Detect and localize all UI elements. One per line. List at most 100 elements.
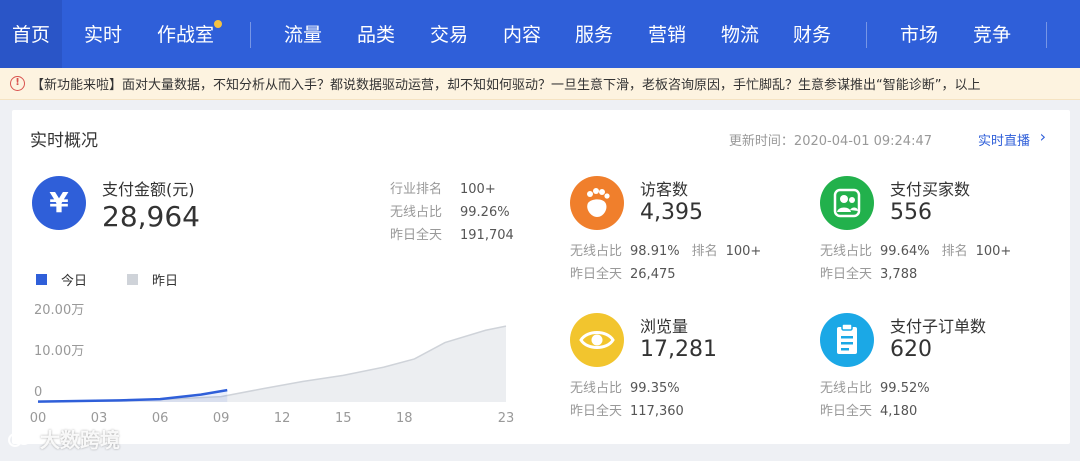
row-label: 昨日全天 [570,267,623,282]
rank-label: 排名 [941,244,968,259]
footprint-icon [570,176,624,230]
payment-amount-value: 28,964 [102,200,200,233]
new-dot-icon [214,20,223,28]
legend-swatch [127,274,139,285]
rank-label: 排名 [691,244,718,259]
stat-label: 无线占比 [390,205,443,220]
metric-label: 访客数 [640,180,689,199]
y-tick-label: 0 [34,385,42,400]
metric-value: 556 [890,200,932,225]
card-title: 实时概况 [30,131,98,151]
eye-icon [570,313,624,367]
payment-side-stats: 行业排名 100+ 无线占比 99.26% 昨日全天 191,704 [390,178,514,247]
metric-label: 支付子订单数 [890,317,987,336]
nav-item-competition[interactable]: 竞争 [973,0,1011,68]
row-label: 昨日全天 [820,404,873,419]
nav-item-label: 作战室 [157,24,215,46]
payment-trend-chart: 20.00万10.00万000 03 06 09 12 15 18 23 [30,303,515,426]
row-value: 4,180 [880,404,918,419]
row-value: 3,788 [880,267,918,282]
metric-label: 支付买家数 [890,180,971,199]
notice-bar[interactable]: ! 【新功能来啦】面对大量数据，不知分析从而入手？都说数据驱动运营，却不知如何驱… [0,68,1080,100]
stat-value: 191,704 [460,228,514,243]
nav-item-marketing[interactable]: 营销 [648,0,686,68]
row-value: 98.91% [630,244,680,259]
row-label: 无线占比 [820,244,873,259]
stat-row: 无线占比 99.26% [390,201,514,224]
nav-item-realtime[interactable]: 实时 [84,0,122,68]
stat-value: 99.26% [460,205,510,220]
series-yesterday-area [38,326,506,402]
x-tick-label: 23 [498,411,515,426]
metric-label: 浏览量 [640,317,689,336]
stat-row: 昨日全天 191,704 [390,224,514,247]
metric-row: 昨日全天 3,788 [820,263,917,282]
nav-divider [250,22,251,48]
users-icon [820,176,874,230]
metric-row: 无线占比 99.64% 排名 100+ [820,240,1011,259]
row-label: 昨日全天 [570,404,623,419]
row-label: 无线占比 [570,244,623,259]
metric-value: 17,281 [640,337,717,362]
nav-item-market[interactable]: 市场 [900,0,938,68]
legend-label: 今日 [61,274,88,289]
row-value: 26,475 [630,267,676,282]
watermark-text: 大数跨境 [40,428,120,452]
legend-swatch [36,274,47,285]
stat-label: 行业排名 [390,182,443,197]
nav-item-traffic[interactable]: 流量 [284,0,322,68]
chevron-right-icon[interactable]: › [1040,127,1046,146]
nav-divider [1046,22,1047,48]
metric-row: 无线占比 99.52% [820,377,930,396]
legend-label: 昨日 [152,274,179,289]
metric-pageviews: 浏览量 17,281 无线占比 99.35% 昨日全天 117,360 [570,313,820,443]
nav-item-category[interactable]: 品类 [357,0,395,68]
chart-legend: 今日 昨日 [36,270,218,289]
nav-divider [866,22,867,48]
rank-value: 100+ [725,244,762,259]
y-tick-label: 20.00万 [34,303,84,318]
metric-buyers: 支付买家数 556 无线占比 99.64% 排名 100+ 昨日全天 3,788 [820,176,1070,306]
row-value: 99.64% [880,244,930,259]
realtime-overview-card: 实时概况 更新时间：2020-04-01 09:24:47 实时直播 › ¥ 支… [12,110,1070,444]
update-time: 更新时间：2020-04-01 09:24:47 [728,134,932,149]
nav-item-service[interactable]: 服务 [575,0,613,68]
row-value: 99.52% [880,381,930,396]
x-tick-label: 18 [396,411,413,426]
clipboard-icon [820,313,874,367]
nav-item-finance[interactable]: 财务 [793,0,831,68]
watermark-logo-icon [8,428,32,447]
row-value: 117,360 [630,404,684,419]
row-value: 99.35% [630,381,680,396]
metric-row: 无线占比 98.91% 排名 100+ [570,240,761,259]
x-tick-label: 09 [213,411,230,426]
top-nav: 首页 实时 作战室 流量 品类 交易 内容 服务 营销 物流 财务 市场 竞争 [0,0,1080,68]
notice-text: 【新功能来啦】面对大量数据，不知分析从而入手？都说数据驱动运营，却不知如何驱动？… [31,78,981,93]
nav-item-trade[interactable]: 交易 [430,0,468,68]
metric-suborders: 支付子订单数 620 无线占比 99.52% 昨日全天 4,180 [820,313,1070,443]
row-label: 昨日全天 [820,267,873,282]
live-broadcast-link[interactable]: 实时直播 [978,130,1030,149]
metric-row: 无线占比 99.35% [570,377,680,396]
legend-yesterday[interactable]: 昨日 [127,270,178,289]
stat-label: 昨日全天 [390,228,443,243]
row-label: 无线占比 [570,381,623,396]
alert-icon: ! [10,76,25,91]
x-tick-label: 15 [335,411,352,426]
stat-value: 100+ [460,182,496,197]
nav-item-war-room[interactable]: 作战室 [157,0,223,68]
watermark: 大数跨境 [6,424,120,453]
metric-row: 昨日全天 26,475 [570,263,676,282]
metric-value: 620 [890,337,932,362]
row-label: 无线占比 [820,381,873,396]
nav-item-logistics[interactable]: 物流 [721,0,759,68]
metric-visitors: 访客数 4,395 无线占比 98.91% 排名 100+ 昨日全天 26,475 [570,176,820,306]
yuan-icon: ¥ [32,176,86,230]
rank-value: 100+ [975,244,1012,259]
legend-today[interactable]: 今日 [36,270,87,289]
payment-amount-label: 支付金额(元) [102,180,195,199]
nav-item-home[interactable]: 首页 [0,0,63,68]
x-tick-label: 06 [152,411,169,426]
nav-item-content[interactable]: 内容 [503,0,541,68]
y-tick-label: 10.00万 [34,344,84,359]
